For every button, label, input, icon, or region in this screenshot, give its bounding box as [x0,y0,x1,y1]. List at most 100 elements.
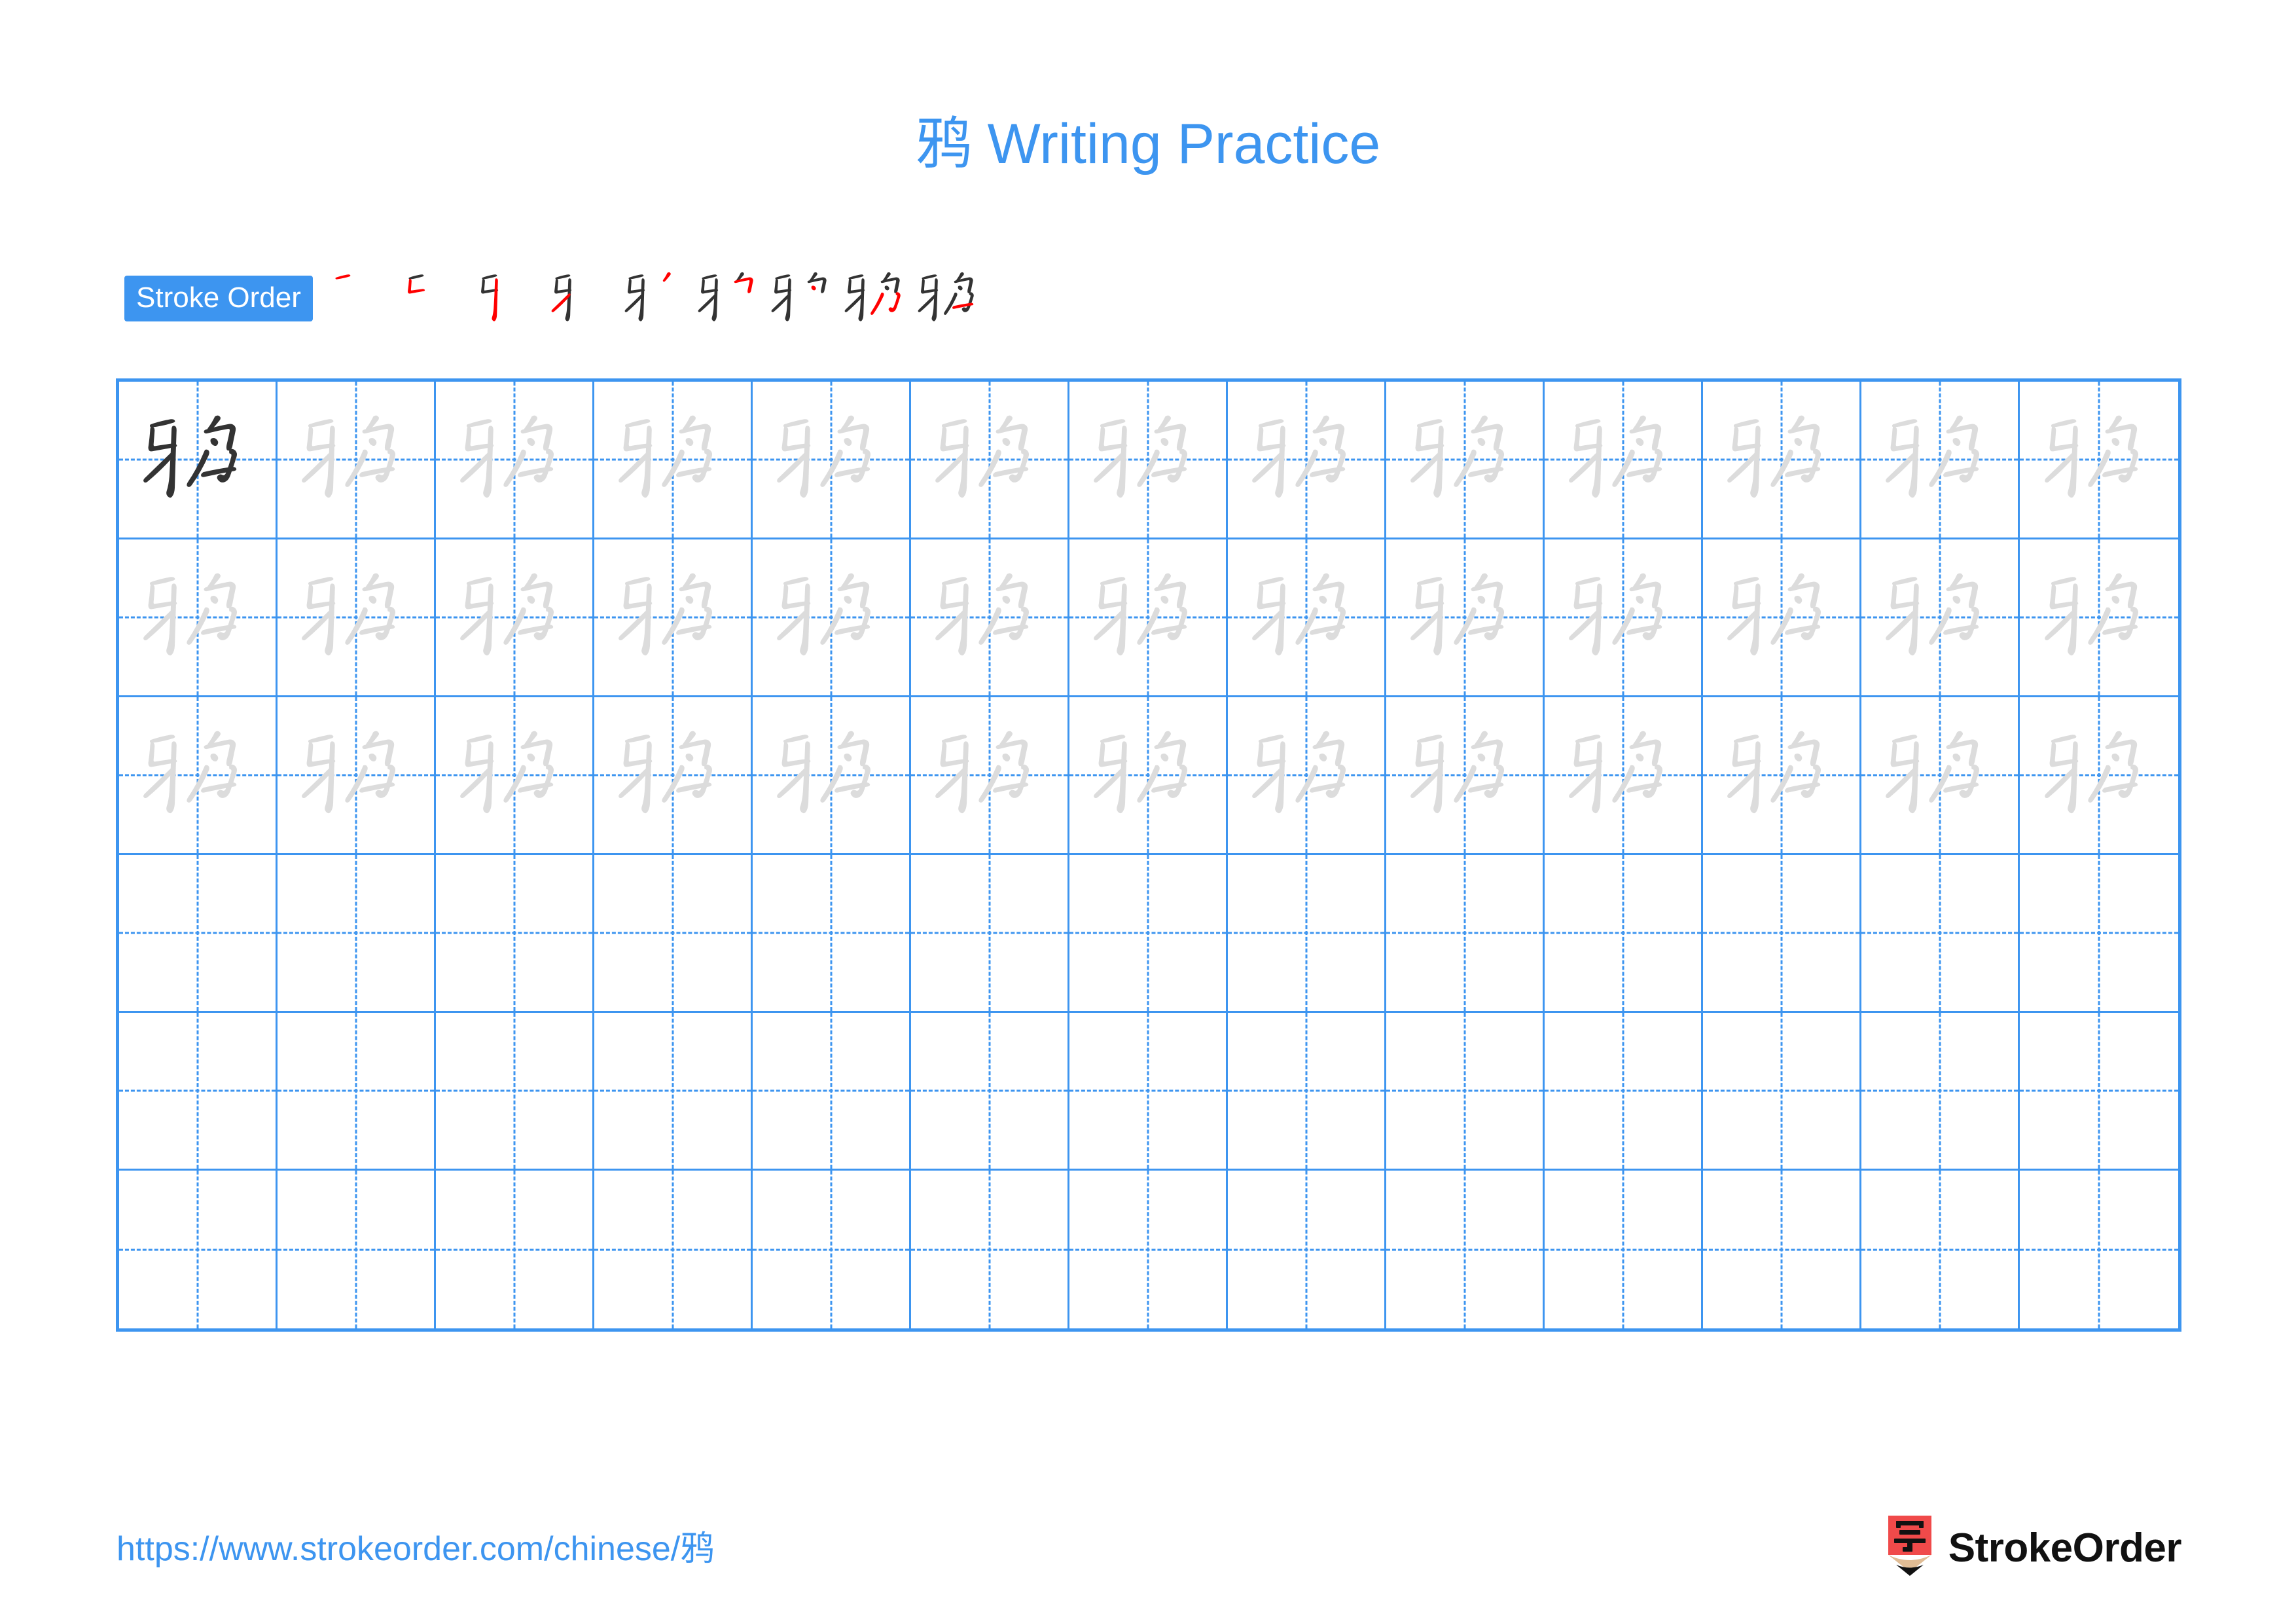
practice-cell-r1-c12[interactable] [1861,382,2020,539]
practice-cell-r6-c1[interactable] [119,1171,278,1328]
practice-cell-r5-c4[interactable] [594,1013,753,1171]
practice-cell-r2-c3[interactable] [436,539,594,697]
trace-character [753,382,909,538]
practice-cell-r1-c6[interactable] [911,382,1069,539]
practice-cell-r3-c11[interactable] [1703,697,1861,855]
practice-cell-r6-c13[interactable] [2020,1171,2178,1328]
practice-cell-r3-c13[interactable] [2020,697,2178,855]
practice-cell-r1-c3[interactable] [436,382,594,539]
practice-cell-r2-c10[interactable] [1545,539,1703,697]
practice-cell-r4-c5[interactable] [753,855,911,1013]
practice-cell-r4-c12[interactable] [1861,855,2020,1013]
trace-character [594,697,751,853]
practice-cell-r5-c6[interactable] [911,1013,1069,1171]
trace-character [1069,697,1226,853]
practice-cell-r4-c13[interactable] [2020,855,2178,1013]
practice-cell-r5-c2[interactable] [278,1013,436,1171]
practice-cell-r1-c10[interactable] [1545,382,1703,539]
practice-cell-r3-c7[interactable] [1069,697,1228,855]
practice-cell-r2-c9[interactable] [1386,539,1545,697]
footer-url[interactable]: https://www.strokeorder.com/chinese/鸦 [117,1529,714,1569]
stroke-step-2 [401,260,474,337]
practice-cell-r2-c1[interactable] [119,539,278,697]
trace-character [594,382,751,538]
pencil-character-icon [1886,1514,1934,1582]
practice-cell-r3-c9[interactable] [1386,697,1545,855]
practice-cell-r3-c10[interactable] [1545,697,1703,855]
practice-cell-r5-c5[interactable] [753,1013,911,1171]
practice-cell-r2-c5[interactable] [753,539,911,697]
practice-cell-r3-c5[interactable] [753,697,911,855]
practice-cell-r2-c11[interactable] [1703,539,1861,697]
practice-cell-r4-c8[interactable] [1228,855,1386,1013]
practice-cell-r4-c6[interactable] [911,855,1069,1013]
practice-cell-r1-c4[interactable] [594,382,753,539]
trace-character [1069,382,1226,538]
practice-cell-r1-c2[interactable] [278,382,436,539]
practice-cell-r5-c1[interactable] [119,1013,278,1171]
trace-character [1703,697,1859,853]
practice-cell-r5-c3[interactable] [436,1013,594,1171]
practice-cell-r2-c12[interactable] [1861,539,2020,697]
practice-cell-r2-c7[interactable] [1069,539,1228,697]
practice-cell-r3-c1[interactable] [119,697,278,855]
practice-cell-r6-c11[interactable] [1703,1171,1861,1328]
practice-cell-r1-c1[interactable] [119,382,278,539]
practice-cell-r2-c4[interactable] [594,539,753,697]
practice-cell-r5-c7[interactable] [1069,1013,1228,1171]
trace-character [1545,697,1701,853]
practice-cell-r1-c9[interactable] [1386,382,1545,539]
trace-character [1703,382,1859,538]
practice-cell-r3-c8[interactable] [1228,697,1386,855]
practice-cell-r5-c9[interactable] [1386,1013,1545,1171]
trace-character [1228,697,1384,853]
practice-cell-r2-c13[interactable] [2020,539,2178,697]
practice-cell-r5-c13[interactable] [2020,1013,2178,1171]
practice-cell-r4-c7[interactable] [1069,855,1228,1013]
practice-cell-r6-c7[interactable] [1069,1171,1228,1328]
practice-cell-r4-c4[interactable] [594,855,753,1013]
practice-cell-r2-c2[interactable] [278,539,436,697]
practice-cell-r1-c7[interactable] [1069,382,1228,539]
practice-cell-r6-c3[interactable] [436,1171,594,1328]
practice-cell-r6-c8[interactable] [1228,1171,1386,1328]
trace-character [2020,382,2178,538]
practice-cell-r5-c12[interactable] [1861,1013,2020,1171]
practice-cell-r6-c6[interactable] [911,1171,1069,1328]
practice-cell-r1-c5[interactable] [753,382,911,539]
practice-cell-r2-c6[interactable] [911,539,1069,697]
stroke-step-9 [914,260,987,337]
trace-character [278,697,434,853]
trace-character [1545,539,1701,695]
brand-logo[interactable]: StrokeOrder [1886,1509,2182,1588]
practice-cell-r4-c11[interactable] [1703,855,1861,1013]
practice-cell-r1-c8[interactable] [1228,382,1386,539]
practice-cell-r6-c2[interactable] [278,1171,436,1328]
practice-cell-r3-c2[interactable] [278,697,436,855]
practice-cell-r6-c10[interactable] [1545,1171,1703,1328]
practice-cell-r4-c10[interactable] [1545,855,1703,1013]
trace-character [436,539,592,695]
trace-character [1545,382,1701,538]
practice-cell-r4-c1[interactable] [119,855,278,1013]
practice-cell-r3-c6[interactable] [911,697,1069,855]
practice-cell-r5-c8[interactable] [1228,1013,1386,1171]
practice-cell-r3-c3[interactable] [436,697,594,855]
practice-cell-r6-c12[interactable] [1861,1171,2020,1328]
practice-cell-r6-c5[interactable] [753,1171,911,1328]
practice-cell-r6-c4[interactable] [594,1171,753,1328]
practice-cell-r5-c11[interactable] [1703,1013,1861,1171]
practice-cell-r6-c9[interactable] [1386,1171,1545,1328]
practice-cell-r5-c10[interactable] [1545,1013,1703,1171]
trace-character [1386,539,1543,695]
trace-character [2020,697,2178,853]
trace-character [2020,539,2178,695]
practice-cell-r2-c8[interactable] [1228,539,1386,697]
practice-cell-r1-c13[interactable] [2020,382,2178,539]
practice-cell-r4-c3[interactable] [436,855,594,1013]
practice-cell-r4-c9[interactable] [1386,855,1545,1013]
practice-cell-r4-c2[interactable] [278,855,436,1013]
practice-cell-r1-c11[interactable] [1703,382,1861,539]
practice-cell-r3-c4[interactable] [594,697,753,855]
practice-cell-r3-c12[interactable] [1861,697,2020,855]
